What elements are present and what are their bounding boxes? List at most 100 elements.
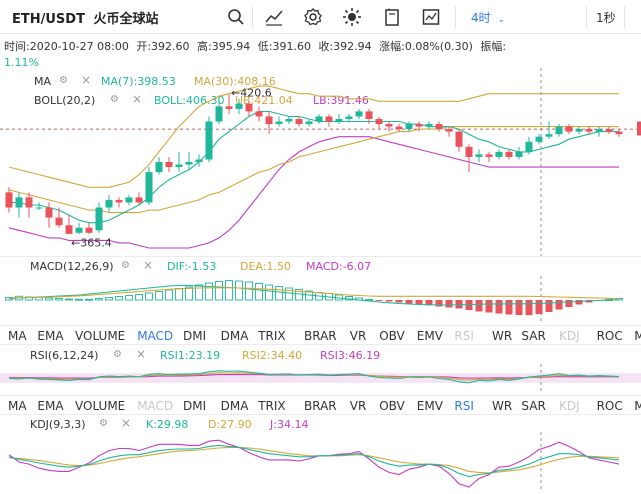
copy-icon[interactable]: [382, 7, 402, 27]
candle: [325, 116, 333, 122]
close-icon[interactable]: ×: [121, 416, 131, 430]
screenshot-icon[interactable]: [421, 7, 441, 27]
macd-bar: [555, 300, 563, 310]
tab-dma[interactable]: DMA: [221, 329, 249, 343]
tab-macd[interactable]: MACD: [137, 399, 173, 413]
tab-trix[interactable]: TRIX: [258, 329, 285, 343]
macd-bar: [55, 298, 63, 301]
tab-emv[interactable]: EMV: [417, 399, 443, 413]
candle: [415, 124, 423, 127]
tab-trix[interactable]: TRIX: [258, 399, 285, 413]
low-annotation: ←365.4: [71, 236, 112, 249]
tab-macd[interactable]: MACD: [137, 329, 173, 343]
macd-bar: [265, 284, 273, 301]
tab-obv[interactable]: OBV: [379, 399, 405, 413]
indicator-icon[interactable]: [264, 7, 284, 27]
dea-value: DEA:1.50: [240, 260, 291, 273]
candle: [95, 207, 103, 231]
search-icon[interactable]: [226, 7, 246, 27]
ub-line: [8, 85, 619, 188]
candle: [365, 111, 373, 119]
rsi1-value: RSI1:23.19: [160, 349, 221, 362]
candle: [585, 129, 593, 132]
macd-bar: [65, 298, 73, 301]
tab-volume[interactable]: VOLUME: [75, 329, 125, 343]
gear-icon[interactable]: ⚙: [113, 349, 122, 360]
tab-brar[interactable]: BRAR: [304, 399, 337, 413]
tab-vr[interactable]: VR: [350, 329, 367, 343]
tab-sar[interactable]: SAR: [521, 329, 545, 343]
candle: [195, 159, 203, 162]
amplitude-label: 振幅:: [480, 40, 507, 53]
change-value: 涨幅:0.08%(0.30): [379, 40, 473, 53]
settings-icon[interactable]: [303, 7, 323, 27]
candle: [375, 119, 383, 125]
macd-bar: [535, 300, 543, 314]
candle: [495, 151, 503, 157]
candle: [45, 207, 53, 218]
candle: [265, 116, 273, 125]
divider: [455, 6, 456, 28]
macd-bar: [215, 281, 223, 301]
tab-emv[interactable]: EMV: [417, 329, 443, 343]
tab-kdj[interactable]: KDJ: [559, 329, 580, 343]
toolbar: ETH/USDT 火币全球站 4时 ⌄ 1秒: [0, 0, 641, 34]
divider: [586, 6, 587, 28]
candle: [275, 121, 283, 125]
tab-ma[interactable]: MA: [8, 399, 27, 413]
macd-bar: [525, 300, 533, 316]
interval-select[interactable]: 4时 ⌄: [471, 9, 505, 26]
tab-rsi[interactable]: RSI: [454, 329, 474, 343]
tab-brar[interactable]: BRAR: [304, 329, 337, 343]
high-value: 高:395.94: [197, 40, 251, 53]
theme-icon[interactable]: [342, 7, 362, 27]
macd-bar: [235, 280, 243, 301]
candle: [245, 103, 253, 112]
tab-ema[interactable]: EMA: [37, 399, 63, 413]
candle: [155, 162, 163, 173]
tab-sar[interactable]: SAR: [521, 399, 545, 413]
tab-ema[interactable]: EMA: [37, 329, 63, 343]
tab-volume[interactable]: VOLUME: [75, 399, 125, 413]
tab-ma[interactable]: MA: [8, 329, 27, 343]
candle: [395, 126, 403, 130]
close-icon[interactable]: ×: [136, 347, 146, 361]
d-value: D:27.90: [208, 418, 252, 431]
tab-rsi[interactable]: RSI: [454, 399, 474, 413]
candle: [535, 136, 543, 142]
candle: [5, 192, 13, 208]
gear-icon[interactable]: ⚙: [99, 418, 108, 429]
tab-wr[interactable]: WR: [492, 329, 512, 343]
tab-wr[interactable]: WR: [492, 399, 512, 413]
refresh-speed[interactable]: 1秒: [596, 9, 616, 26]
macd-bar: [165, 289, 173, 301]
macd-bar: [545, 300, 553, 312]
dif-value: DIF:-1.53: [167, 260, 217, 273]
tab-dma[interactable]: DMA: [221, 399, 249, 413]
macd-bar: [145, 292, 153, 301]
macd-bar: [125, 295, 133, 301]
macd-bar: [95, 298, 103, 301]
tab-vr[interactable]: VR: [350, 399, 367, 413]
tab-dmi[interactable]: DMI: [183, 399, 206, 413]
tab-kdj[interactable]: KDJ: [559, 399, 580, 413]
tab-dmi[interactable]: DMI: [183, 329, 206, 343]
candle: [145, 172, 153, 203]
chevron-down-icon: ⌄: [497, 15, 506, 25]
kdj-chart[interactable]: [0, 432, 641, 492]
tab-mtm[interactable]: MTM: [634, 329, 641, 343]
candlestick-chart[interactable]: ←420.6 ←365.4: [0, 68, 641, 256]
tab-roc[interactable]: ROC: [597, 329, 623, 343]
candle: [255, 111, 263, 117]
tab-mtm[interactable]: MTM: [634, 399, 641, 413]
tab-obv[interactable]: OBV: [379, 329, 405, 343]
rsi-chart[interactable]: [0, 364, 641, 392]
macd-chart[interactable]: [0, 276, 641, 324]
ma30-line: [8, 126, 619, 214]
tab-roc[interactable]: ROC: [597, 399, 623, 413]
gear-icon[interactable]: ⚙: [121, 260, 130, 271]
symbol-title[interactable]: ETH/USDT 火币全球站: [12, 8, 159, 27]
candle: [315, 116, 323, 122]
macd-bar: [415, 300, 423, 305]
close-icon[interactable]: ×: [143, 258, 153, 272]
